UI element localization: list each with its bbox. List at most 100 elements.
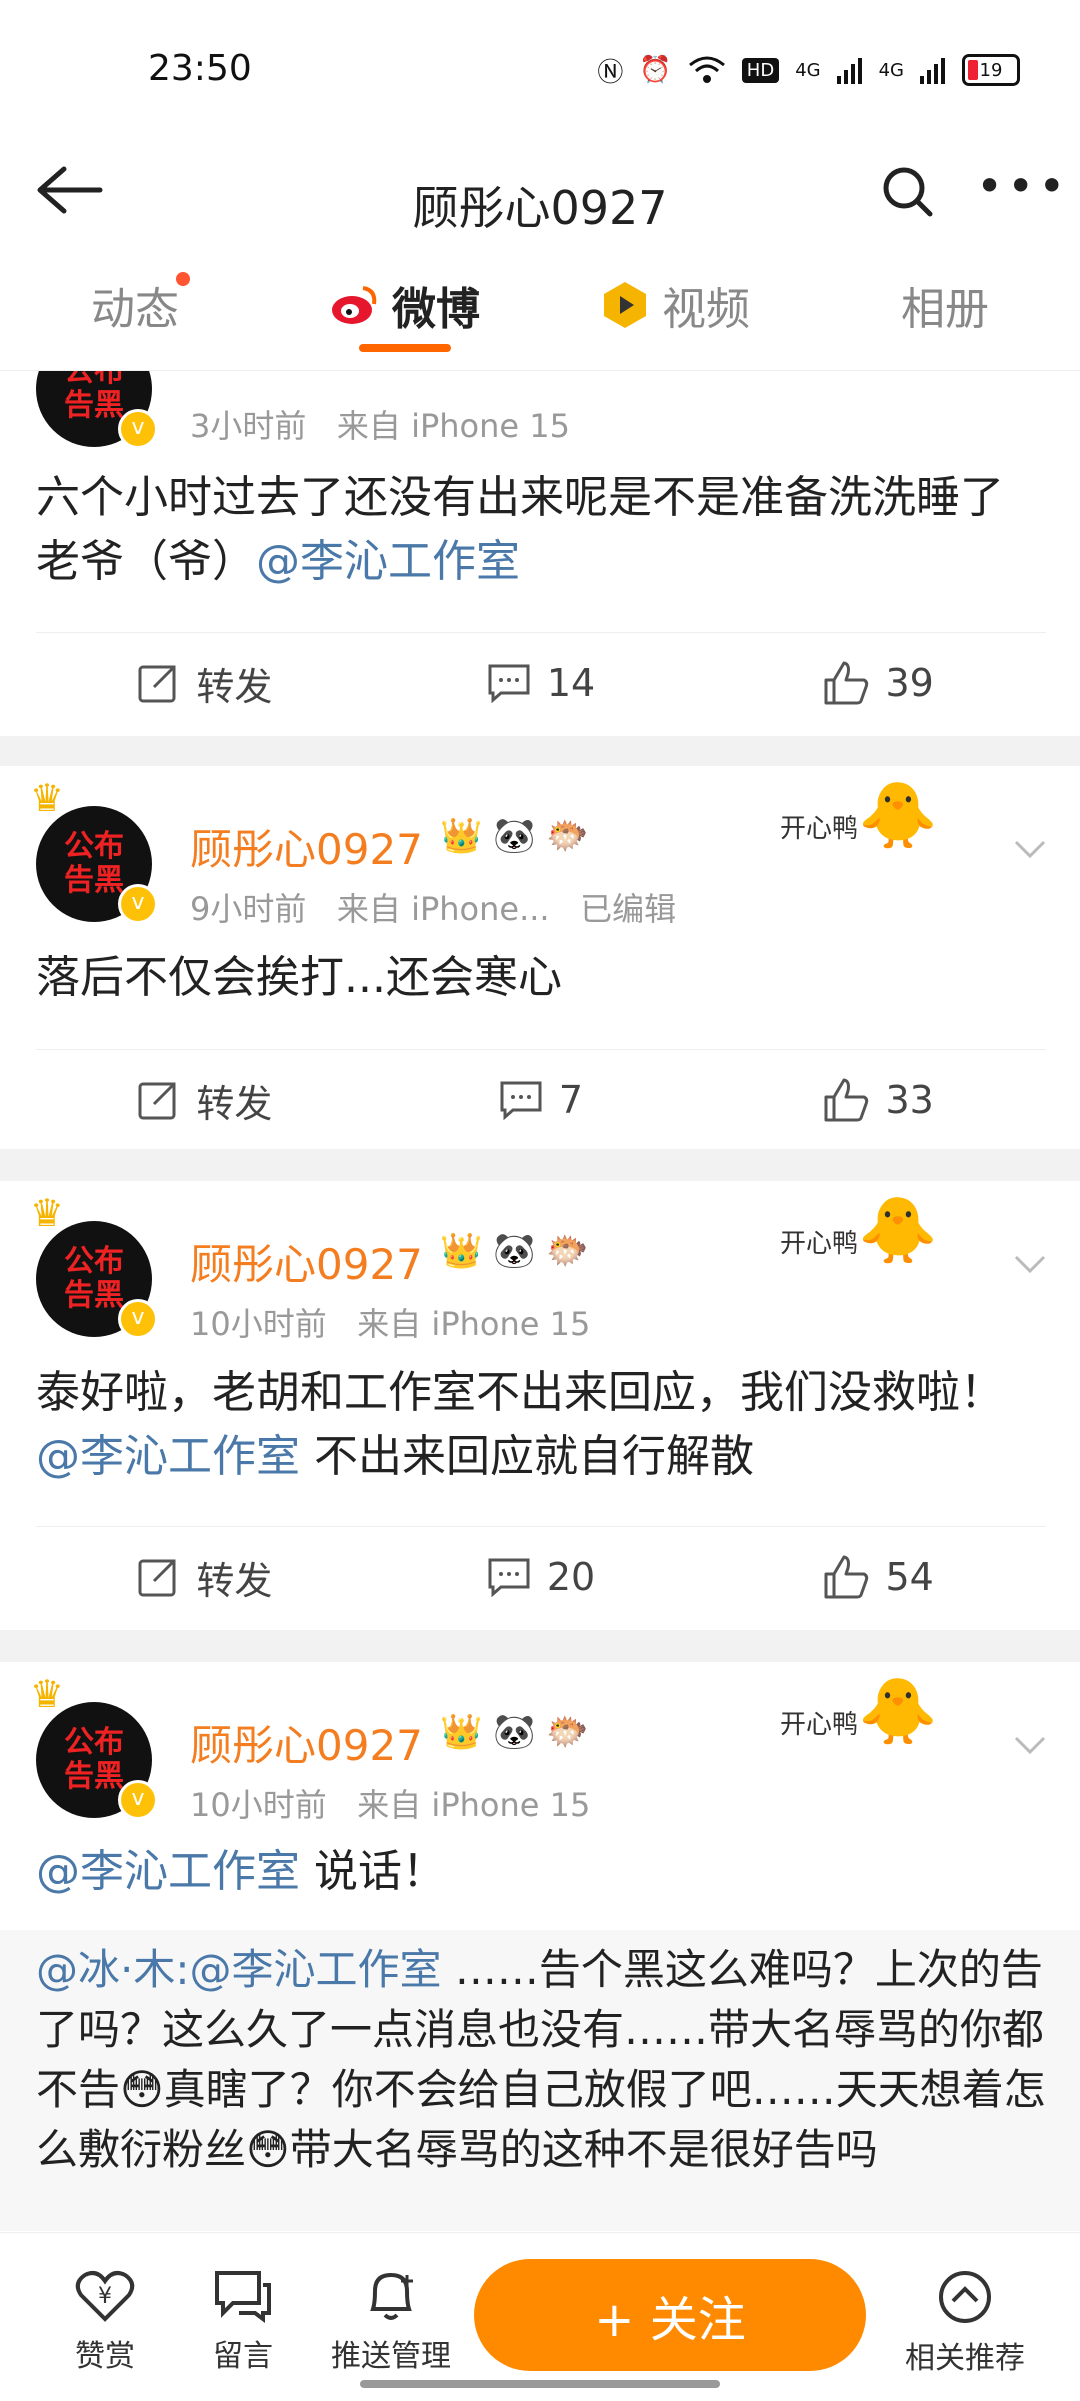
repost-button[interactable]: 转发 [36, 1050, 373, 1150]
post-actions: 转发 14 39 [36, 632, 1046, 733]
panda-badge-icon: 🐼 [493, 1231, 536, 1271]
fish-badge-icon: 🐡 [546, 1712, 589, 1752]
quoted-text: @冰·木:@李沁工作室 ……告个黑这么难吗？上次的告了吗？这么久了一点消息也没有… [36, 1945, 1046, 2174]
mention-link[interactable]: @李沁工作室 [36, 1431, 300, 1482]
mention-link[interactable]: @李沁工作室 [36, 1846, 300, 1897]
reward-heart-icon: ¥ [75, 2271, 135, 2322]
comment-icon [500, 1081, 542, 1120]
mention-link[interactable]: :@李沁工作室 [175, 1945, 441, 1994]
alarm-icon: ⏰ [639, 55, 672, 85]
battery-icon: 19 [962, 54, 1020, 86]
chevron-down-icon[interactable] [1010, 1243, 1050, 1283]
weibo-logo-icon [332, 286, 377, 324]
message-icon [215, 2271, 271, 2323]
tab-album-label: 相册 [901, 284, 989, 335]
comment-button[interactable]: 20 [373, 1527, 710, 1627]
duck-sticker: 开心鸭🐥 [780, 1675, 938, 1749]
verified-badge: v [118, 409, 158, 449]
quoted-post[interactable]: @冰·木:@李沁工作室 ……告个黑这么难吗？上次的告了吗？这么久了一点消息也没有… [0, 1930, 1080, 2231]
duck-icon: 🐥 [858, 1675, 938, 1749]
thumbs-up-icon [824, 1078, 868, 1122]
active-tab-indicator [359, 344, 451, 352]
post-meta: 10小时前 来自 iPhone 15 [190, 1786, 591, 1824]
nfc-icon: Ⓝ [597, 57, 624, 88]
top-bar: 顾彤心0927 ••• [0, 130, 1080, 241]
svg-text:¥: ¥ [98, 2284, 112, 2309]
panda-badge-icon: 🐼 [493, 1712, 536, 1752]
clock: 23:50 [148, 48, 252, 89]
crown-icon: ♛ [30, 1191, 65, 1235]
duck-sticker: 开心鸭🐥 [780, 1194, 938, 1268]
post-actions: 转发 20 54 [36, 1526, 1046, 1627]
search-icon[interactable] [880, 164, 936, 220]
push-settings-button[interactable]: 推送管理 [316, 2269, 466, 2375]
user-badges: 👑 🐼 🐡 [440, 1712, 589, 1752]
mention-link[interactable]: @李沁工作室 [256, 536, 520, 587]
post-actions: 转发 7 33 [36, 1049, 1046, 1150]
more-icon[interactable]: ••• [976, 163, 1065, 216]
related-recommend-button[interactable]: 相关推荐 [890, 2269, 1040, 2377]
quoted-user-link[interactable]: @冰·木 [36, 1945, 175, 1994]
duck-icon: 🐥 [858, 779, 938, 853]
crown-badge-icon: 👑 [440, 1712, 483, 1752]
verified-badge: v [118, 1780, 158, 1820]
post-card[interactable]: ♛ 公布 告黑 v 顾彤心0927 👑 🐼 🐡 开心鸭🐥 10小时前 来自 iP… [0, 1181, 1080, 1630]
username[interactable]: 顾彤心0927 [190, 1712, 423, 1773]
post-card[interactable]: ♛ 公布 告黑 v 顾彤心0927 👑 🐼 🐡 开心鸭🐥 9小时前 来自 iPh… [0, 766, 1080, 1149]
home-indicator[interactable] [360, 2380, 720, 2388]
thumbs-up-icon [824, 1555, 868, 1599]
post-meta: 10小时前 来自 iPhone 15 [190, 1305, 591, 1343]
post-text: 六个小时过去了还没有出来呢是不是准备洗洗睡了老爷（爷）@李沁工作室 [36, 472, 1004, 587]
post-text: 泰好啦，老胡和工作室不出来回应，我们没救啦！@李沁工作室 不出来回应就自行解散 [36, 1367, 1004, 1482]
post-text: @李沁工作室 说话！ [36, 1846, 446, 1897]
signal-icon-2 [920, 58, 945, 84]
tab-dynamic[interactable]: 动态 [0, 240, 270, 370]
video-icon [604, 282, 646, 328]
tab-video[interactable]: 视频 [540, 240, 810, 370]
hd-badge: HD [741, 57, 780, 83]
fish-badge-icon: 🐡 [546, 816, 589, 856]
chevron-down-icon[interactable] [1010, 828, 1050, 868]
like-button[interactable]: 39 [709, 633, 1046, 733]
comment-button[interactable]: 14 [373, 633, 710, 733]
comment-button[interactable]: 7 [373, 1050, 710, 1150]
username[interactable]: 顾彤心0927 [190, 1231, 423, 1292]
post-meta: 3小时前 来自 iPhone 15 [190, 407, 570, 445]
tab-album[interactable]: 相册 [810, 240, 1080, 370]
follow-button[interactable]: + 关注 [474, 2259, 866, 2371]
repost-icon [138, 1559, 176, 1597]
message-button[interactable]: 留言 [178, 2269, 308, 2375]
verified-badge: v [118, 884, 158, 924]
tab-weibo[interactable]: 微博 [270, 240, 540, 370]
crown-icon: ♛ [30, 1672, 65, 1716]
post-card[interactable]: 公布 告黑 v 3小时前 来自 iPhone 15 六个小时过去了还没有出来呢是… [0, 371, 1080, 736]
panda-badge-icon: 🐼 [493, 816, 536, 856]
signal-icon [836, 58, 862, 84]
chevron-down-icon[interactable] [1010, 1724, 1050, 1764]
profile-tabs: 动态 微博 视频 相册 [0, 240, 1080, 371]
repost-button[interactable]: 转发 [36, 1527, 373, 1627]
repost-button[interactable]: 转发 [36, 633, 373, 733]
thumbs-up-icon [824, 661, 868, 705]
like-button[interactable]: 54 [709, 1527, 1046, 1627]
status-icons: Ⓝ ⏰ HD 4G 4G 19 [597, 50, 1020, 90]
crown-icon: ♛ [30, 776, 65, 820]
comment-icon [488, 664, 530, 703]
post-meta: 9小时前 来自 iPhone... 已编辑 [190, 890, 677, 928]
like-button[interactable]: 33 [709, 1050, 1046, 1150]
tab-dynamic-label: 动态 [91, 284, 179, 335]
reward-button[interactable]: ¥ 赞赏 [40, 2269, 170, 2375]
bottom-action-bar: ¥ 赞赏 留言 推送管理 + 关注 相关推荐 [0, 2232, 1080, 2401]
notification-dot [176, 272, 190, 286]
tab-video-label: 视频 [662, 284, 750, 335]
crown-badge-icon: 👑 [440, 1231, 483, 1271]
verified-badge: v [118, 1299, 158, 1339]
status-bar: 23:50 Ⓝ ⏰ HD 4G 4G 19 [0, 0, 1080, 130]
duck-icon: 🐥 [858, 1194, 938, 1268]
wifi-icon [688, 56, 725, 83]
post-card[interactable]: ♛ 公布 告黑 v 顾彤心0927 👑 🐼 🐡 开心鸭🐥 10小时前 来自 iP… [0, 1662, 1080, 2231]
duck-sticker: 开心鸭🐥 [780, 779, 938, 853]
username[interactable]: 顾彤心0927 [190, 816, 423, 877]
crown-badge-icon: 👑 [440, 816, 483, 856]
post-feed[interactable]: 公布 告黑 v 3小时前 来自 iPhone 15 六个小时过去了还没有出来呢是… [0, 371, 1080, 2231]
